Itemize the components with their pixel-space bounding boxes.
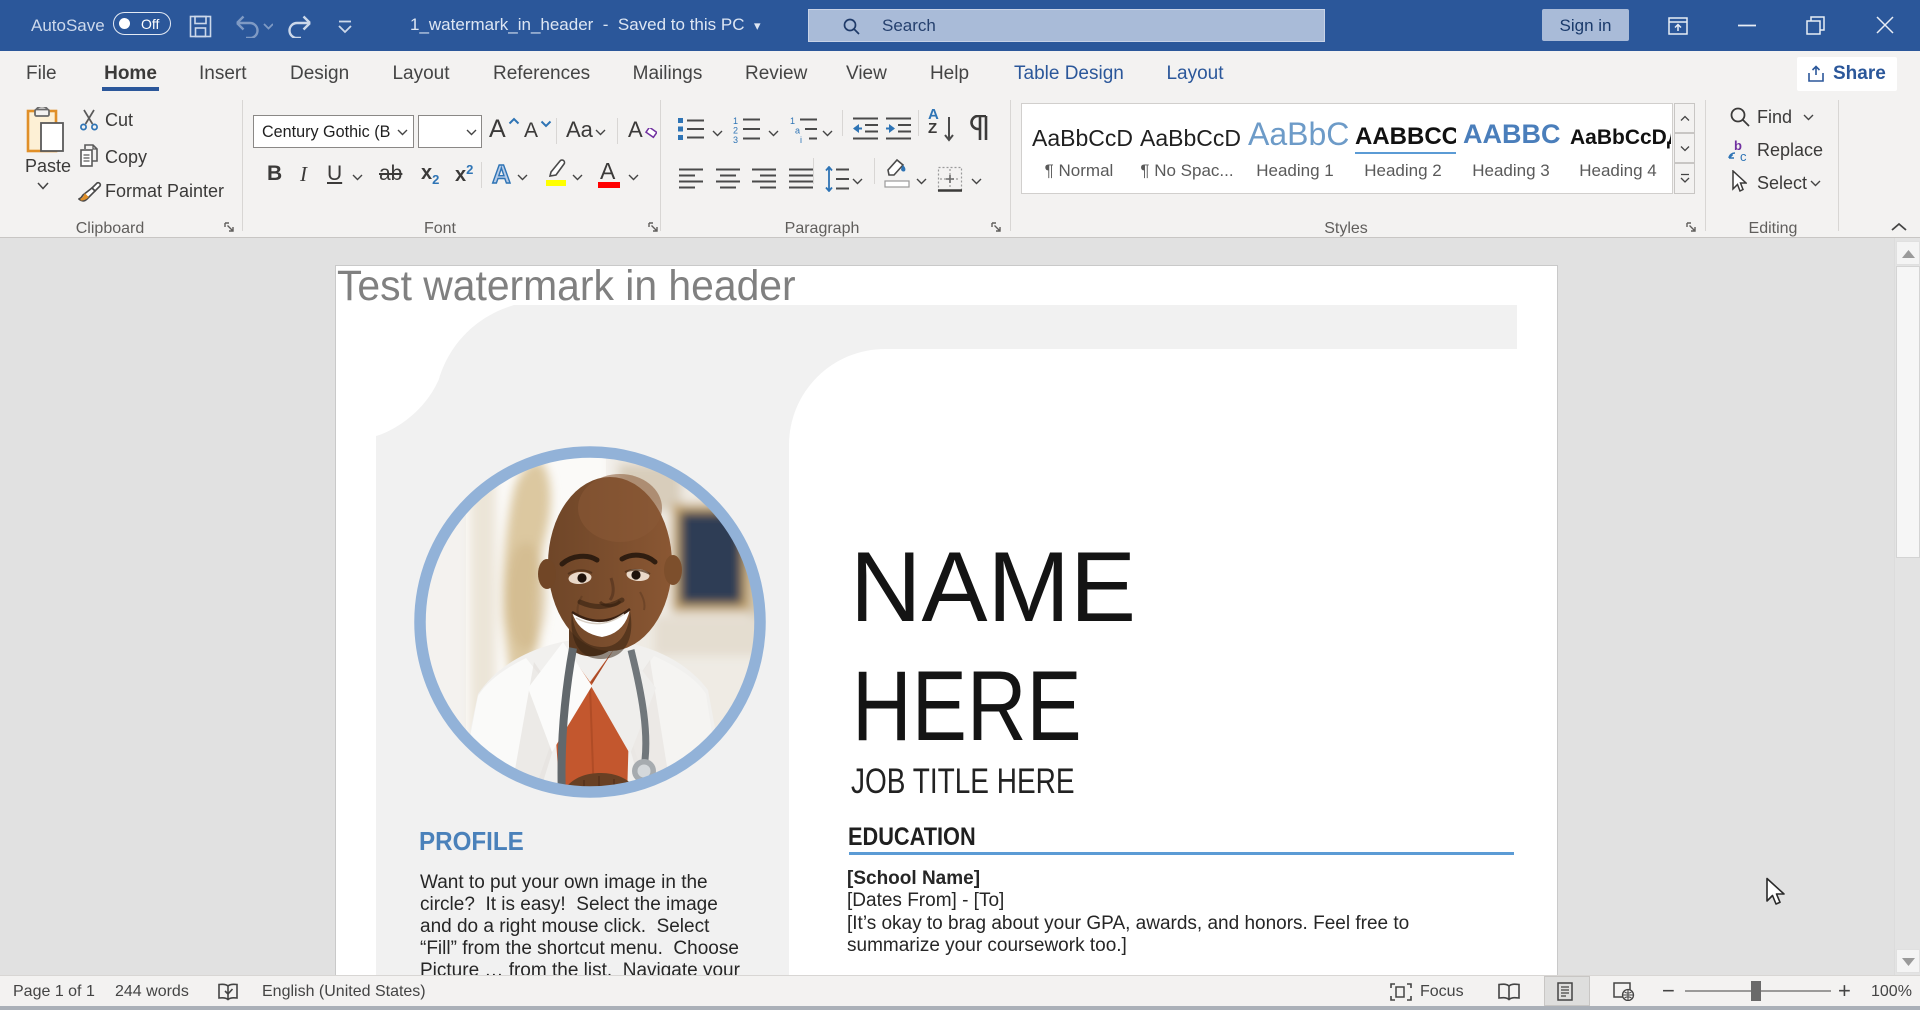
svg-text:1: 1 [733, 116, 738, 126]
svg-text:2: 2 [733, 126, 738, 136]
svg-text:c: c [1740, 149, 1747, 163]
svg-text:1: 1 [790, 116, 795, 126]
svg-text:3: 3 [733, 135, 738, 143]
svg-text:i: i [800, 135, 802, 143]
svg-text:A: A [492, 160, 511, 188]
svg-text:a: a [795, 126, 800, 136]
